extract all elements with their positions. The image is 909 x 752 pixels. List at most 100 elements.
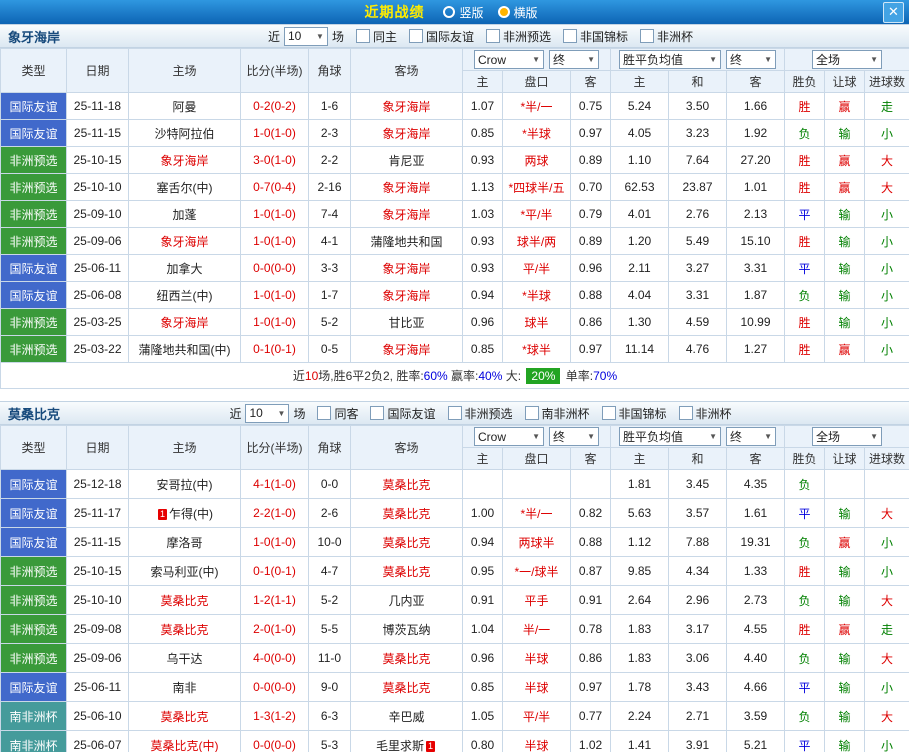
filter-checkbox[interactable]: 非国锦标 xyxy=(563,28,628,45)
select-value: 全场 xyxy=(816,428,840,445)
filter-label: 南非洲杯 xyxy=(542,405,590,422)
home-odds-cell: 1.03 xyxy=(463,201,503,228)
filter-checkbox[interactable]: 同主 xyxy=(356,28,397,45)
draw-odds-cell: 2.96 xyxy=(669,586,727,615)
goals-result-cell: 大 xyxy=(865,586,909,615)
asian-odds-controls: Crow▼ 终▼ xyxy=(463,427,610,446)
filter-checkbox[interactable]: 非洲杯 xyxy=(679,405,732,422)
lose-odds-cell: 4.55 xyxy=(727,615,785,644)
handicap-line-cell: 半球 xyxy=(503,673,571,702)
summary-text: 40% xyxy=(478,369,502,383)
away-team-cell: 肯尼亚 xyxy=(351,147,463,174)
handicap-result-cell: 赢 xyxy=(825,93,865,120)
filter-checkbox[interactable]: 非国锦标 xyxy=(602,405,667,422)
date-cell: 25-09-06 xyxy=(67,228,129,255)
filter-checkbox[interactable]: 非洲预选 xyxy=(448,405,513,422)
filter-checkbox[interactable]: 国际友谊 xyxy=(409,28,474,45)
away-team-cell: 象牙海岸 xyxy=(351,255,463,282)
filter-checkbox[interactable]: 非洲杯 xyxy=(640,28,693,45)
bookmaker-select[interactable]: Crow▼ xyxy=(474,50,544,69)
dropdown-arrow-icon: ▼ xyxy=(532,432,540,441)
lose-odds-cell: 2.73 xyxy=(727,586,785,615)
team-name-text: 加拿大 xyxy=(166,262,202,276)
scope-select[interactable]: 全场▼ xyxy=(812,50,882,69)
dropdown-arrow-icon: ▼ xyxy=(709,432,717,441)
away-odds-cell: 0.86 xyxy=(571,644,611,673)
away-odds-cell: 0.70 xyxy=(571,174,611,201)
final-odds-select[interactable]: 终▼ xyxy=(549,50,599,69)
home-team-cell: 南非 xyxy=(129,673,241,702)
handicap-result-cell: 赢 xyxy=(825,528,865,557)
filter-checkbox[interactable]: 同客 xyxy=(317,405,358,422)
dropdown-arrow-icon: ▼ xyxy=(870,55,878,64)
layout-vertical-radio[interactable]: 竖版 xyxy=(443,4,483,21)
result-cell: 胜 xyxy=(785,93,825,120)
team-name-text: 乌干达 xyxy=(166,652,202,666)
match-row: 非洲预选25-09-06象牙海岸1-0(1-0)4-1蒲隆地共和国0.93球半/… xyxy=(1,228,909,255)
competition-type-cell: 非洲预选 xyxy=(1,557,67,586)
handicap-line-cell: 两球 xyxy=(503,147,571,174)
date-cell: 25-12-18 xyxy=(67,470,129,499)
filter-checkbox[interactable]: 非洲预选 xyxy=(486,28,551,45)
score-cell: 0-2(0-2) xyxy=(241,93,309,120)
near-count-select[interactable]: 10▼ xyxy=(284,27,328,46)
team-name-text: 摩洛哥 xyxy=(166,536,202,550)
near-count-select[interactable]: 10▼ xyxy=(245,404,289,423)
team-name-text: 莫桑比克 xyxy=(382,536,430,550)
lose-odds-cell: 1.92 xyxy=(727,120,785,147)
team-name-text: 安哥拉(中) xyxy=(157,478,213,492)
scope-select[interactable]: 全场 ▼ xyxy=(812,427,882,446)
matches-label: 场 xyxy=(293,405,305,422)
final-odds-select[interactable]: 终▼ xyxy=(726,427,776,446)
away-odds-cell: 0.82 xyxy=(571,499,611,528)
layout-horizontal-radio[interactable]: 横版 xyxy=(498,4,538,21)
away-team-cell: 甘比亚 xyxy=(351,309,463,336)
summary-text: 胜率: xyxy=(396,369,423,383)
goals-result-cell: 小 xyxy=(865,228,909,255)
date-cell: 25-10-15 xyxy=(67,147,129,174)
draw-odds-cell: 3.27 xyxy=(669,255,727,282)
handicap-result-cell: 输 xyxy=(825,586,865,615)
win-odds-cell: 1.12 xyxy=(611,528,669,557)
away-team-cell: 几内亚 xyxy=(351,586,463,615)
final-odds-select[interactable]: 终▼ xyxy=(726,50,776,69)
result-header-group: 全场▼ xyxy=(785,49,909,71)
win-odds-cell: 1.81 xyxy=(611,470,669,499)
final-odds-select[interactable]: 终▼ xyxy=(549,427,599,446)
filter-checkbox[interactable]: 南非洲杯 xyxy=(525,405,590,422)
win-odds-cell: 11.14 xyxy=(611,336,669,363)
home-odds-cell: 0.85 xyxy=(463,120,503,147)
checkbox-icon xyxy=(370,406,384,420)
checkbox-icon xyxy=(448,406,462,420)
date-cell: 25-11-15 xyxy=(67,120,129,147)
checkbox-icon xyxy=(679,406,693,420)
column-header: 客场 xyxy=(351,49,463,93)
draw-odds-cell: 4.34 xyxy=(669,557,727,586)
filter-checkbox[interactable]: 国际友谊 xyxy=(370,405,435,422)
draw-odds-cell: 3.17 xyxy=(669,615,727,644)
goals-result-cell: 大 xyxy=(865,702,909,731)
radio-label: 竖版 xyxy=(459,4,483,21)
home-team-cell: 纽西兰(中) xyxy=(129,282,241,309)
bookmaker-select[interactable]: Crow▼ xyxy=(474,427,544,446)
away-team-cell: 莫桑比克 xyxy=(351,470,463,499)
away-team-cell: 莫桑比克 xyxy=(351,499,463,528)
dropdown-arrow-icon: ▼ xyxy=(870,432,878,441)
handicap-line-cell: 两球半 xyxy=(503,528,571,557)
odds-metric-select[interactable]: 胜平负均值▼ xyxy=(619,50,721,69)
goals-result-cell: 小 xyxy=(865,528,909,557)
goals-result-cell: 走 xyxy=(865,615,909,644)
score-cell: 4-0(0-0) xyxy=(241,644,309,673)
away-team-cell: 毛里求斯1 xyxy=(351,731,463,752)
result-cell: 负 xyxy=(785,644,825,673)
close-button[interactable]: ✕ xyxy=(883,2,904,23)
win-odds-cell: 1.41 xyxy=(611,731,669,752)
lose-odds-cell: 4.66 xyxy=(727,673,785,702)
team-name-text: 象牙海岸 xyxy=(382,343,430,357)
home-team-cell: 加拿大 xyxy=(129,255,241,282)
goals-result-cell: 小 xyxy=(865,673,909,702)
section-divider xyxy=(0,389,909,401)
handicap-result-cell: 赢 xyxy=(825,174,865,201)
odds-metric-select[interactable]: 胜平负均值▼ xyxy=(619,427,721,446)
competition-type-cell: 南非洲杯 xyxy=(1,731,67,752)
